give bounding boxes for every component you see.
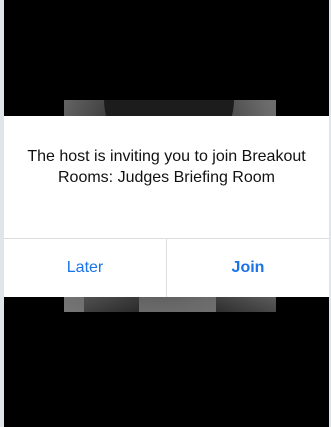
meeting-screen: The host is inviting you to join Breakou… (0, 0, 331, 427)
dialog-actions: Later Join (4, 238, 329, 297)
later-button[interactable]: Later (4, 239, 166, 297)
dialog-message: The host is inviting you to join Breakou… (27, 148, 306, 186)
breakout-invite-dialog: The host is inviting you to join Breakou… (4, 116, 329, 297)
join-button[interactable]: Join (166, 239, 329, 297)
